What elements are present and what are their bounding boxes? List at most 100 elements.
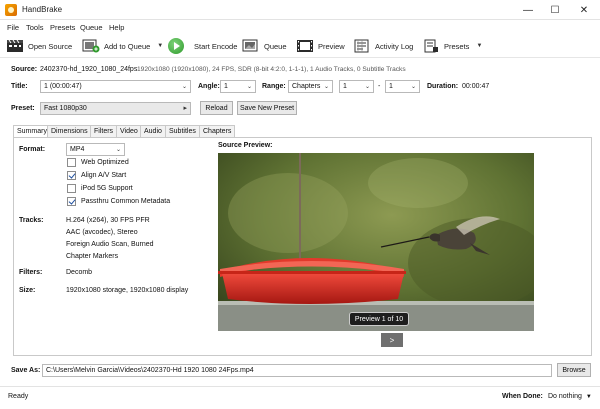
- film-clapper-icon: [7, 39, 23, 52]
- track-item: AAC (avcodec), Stereo: [66, 229, 138, 236]
- save-new-preset-button[interactable]: Save New Preset: [237, 101, 297, 115]
- filters-label: Filters:: [19, 269, 43, 276]
- title-select[interactable]: 1 (00:00:47) ⌄: [40, 80, 191, 93]
- minimize-button[interactable]: —: [514, 0, 542, 20]
- menu-tools[interactable]: Tools: [26, 23, 44, 32]
- window-title: HandBrake: [22, 5, 63, 14]
- align-av-start-label: Align A/V Start: [81, 172, 127, 179]
- status-bar: Ready When Done: Do nothing ▼: [0, 386, 600, 409]
- preview-label: Preview: [318, 41, 345, 51]
- close-button[interactable]: ✕: [570, 0, 598, 20]
- film-strip-icon: [297, 40, 313, 52]
- reload-button[interactable]: Reload: [200, 101, 233, 115]
- format-select[interactable]: MP4 ⌄: [66, 143, 125, 156]
- preset-value: Fast 1080p30: [44, 105, 87, 112]
- title-value: 1 (00:00:47): [44, 83, 82, 90]
- start-encode-button[interactable]: Start Encode: [168, 37, 237, 55]
- activity-log-label: Activity Log: [375, 41, 414, 51]
- chevron-right-icon: ▸: [183, 105, 187, 112]
- chevron-down-icon: ⌄: [364, 84, 370, 90]
- presets-button[interactable]: Presets ▼: [422, 37, 482, 55]
- save-as-path-input[interactable]: C:\Users\Melvin Garcia\Videos\2402370-Hd…: [42, 364, 552, 377]
- duration-value: 00:00:47: [462, 83, 490, 90]
- passthru-metadata-label: Passthru Common Metadata: [81, 198, 171, 205]
- angle-select[interactable]: 1 ⌄: [220, 80, 256, 93]
- tab-dimensions[interactable]: Dimensions: [47, 125, 92, 137]
- ipod-5g-support-label: iPod 5G Support: [81, 185, 133, 192]
- source-preview-image: [218, 153, 534, 331]
- source-label: Source:: [11, 66, 38, 73]
- title-label: Title:: [11, 83, 28, 90]
- format-value: MP4: [70, 146, 85, 153]
- range-start-value: 1: [343, 83, 347, 90]
- menu-queue[interactable]: Queue: [80, 23, 103, 32]
- presets-icon: [424, 39, 438, 53]
- handbrake-logo-icon: [5, 4, 17, 16]
- add-to-queue-label: Add to Queue: [104, 41, 151, 51]
- status-text: Ready: [8, 393, 29, 400]
- range-type-select[interactable]: Chapters ⌄: [288, 80, 333, 93]
- tab-chapters[interactable]: Chapters: [199, 125, 236, 137]
- tab-audio[interactable]: Audio: [140, 125, 166, 137]
- toolbar: Open Source Add to Queue ▼ Start Encode …: [0, 34, 600, 58]
- start-encode-label: Start Encode: [194, 41, 238, 51]
- ipod-5g-support-checkbox[interactable]: [67, 184, 76, 193]
- range-end-value: 1: [389, 83, 393, 90]
- queue-label: Queue: [264, 41, 287, 51]
- tracks-label: Tracks:: [19, 217, 44, 224]
- web-optimized-label: Web Optimized: [81, 159, 129, 166]
- add-queue-icon: [82, 39, 100, 53]
- format-label: Format:: [19, 146, 46, 153]
- maximize-button[interactable]: ☐: [541, 0, 569, 20]
- passthru-metadata-checkbox[interactable]: [67, 197, 76, 206]
- menu-help[interactable]: Help: [109, 23, 124, 32]
- preview-button[interactable]: Preview: [296, 37, 345, 55]
- tab-video[interactable]: Video: [116, 125, 142, 137]
- track-item: Foreign Audio Scan, Burned: [66, 241, 154, 248]
- preview-frame-graphic: [218, 153, 534, 331]
- angle-label: Angle:: [198, 83, 220, 90]
- preview-counter-badge: Preview 1 of 10: [349, 312, 409, 326]
- align-av-start-checkbox[interactable]: [67, 171, 76, 180]
- presets-label: Presets: [444, 41, 470, 51]
- range-type-value: Chapters: [292, 83, 321, 90]
- open-source-button[interactable]: Open Source: [6, 37, 72, 55]
- tab-subtitles[interactable]: Subtitles: [165, 125, 200, 137]
- when-done-label: When Done:: [502, 393, 543, 400]
- chevron-down-icon: ▼: [585, 394, 592, 400]
- add-to-queue-button[interactable]: Add to Queue ▼: [82, 37, 163, 55]
- save-as-label: Save As:: [11, 367, 41, 374]
- activity-log-button[interactable]: Activity Log: [353, 37, 413, 55]
- range-end-select[interactable]: 1 ⌄: [385, 80, 420, 93]
- preset-select[interactable]: Fast 1080p30 ▸: [40, 102, 191, 115]
- queue-icon: [242, 39, 258, 52]
- chevron-down-icon[interactable]: ▼: [476, 43, 482, 49]
- chevron-down-icon: ⌄: [410, 84, 416, 90]
- range-start-select[interactable]: 1 ⌄: [339, 80, 374, 93]
- menu-file[interactable]: File: [7, 23, 19, 32]
- preset-label: Preset:: [11, 105, 35, 112]
- when-done-select[interactable]: Do nothing ▼: [548, 393, 592, 400]
- menu-bar: File Tools Presets Queue Help: [0, 21, 600, 34]
- size-value: 1920x1080 storage, 1920x1080 display: [66, 287, 189, 294]
- queue-button[interactable]: Queue: [242, 37, 287, 55]
- chevron-down-icon: ⌄: [181, 84, 187, 90]
- filters-value: Decomb: [66, 269, 93, 276]
- range-label: Range:: [262, 83, 286, 90]
- menu-presets[interactable]: Presets: [50, 23, 75, 32]
- play-icon: [168, 38, 184, 54]
- activity-log-icon: [354, 39, 369, 53]
- source-preview-label: Source Preview:: [218, 142, 273, 149]
- chevron-down-icon: ⌄: [246, 84, 252, 90]
- range-separator: -: [378, 83, 381, 90]
- track-item: Chapter Markers: [66, 253, 119, 260]
- open-source-label: Open Source: [28, 41, 73, 51]
- web-optimized-checkbox[interactable]: [67, 158, 76, 167]
- chevron-down-icon: ⌄: [115, 147, 121, 153]
- duration-label: Duration:: [427, 83, 459, 90]
- size-label: Size:: [19, 287, 36, 294]
- browse-button[interactable]: Browse: [557, 363, 591, 377]
- chevron-down-icon[interactable]: ▼: [157, 43, 163, 49]
- next-preview-button[interactable]: >: [381, 333, 403, 347]
- tab-filters[interactable]: Filters: [90, 125, 118, 137]
